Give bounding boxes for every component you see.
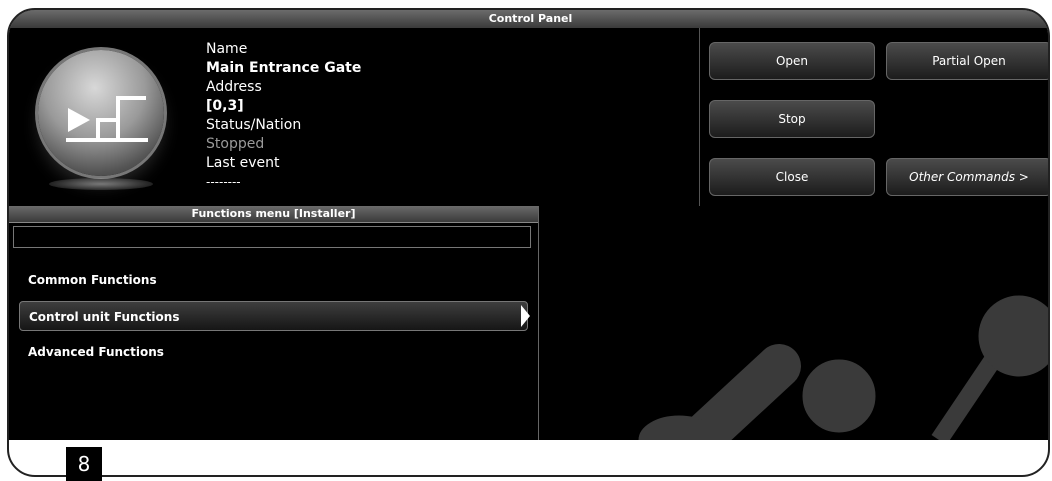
device-frame: Control Panel Name Main Entrance Gate Ad… [7, 8, 1050, 477]
device-header: Name Main Entrance Gate Address [0,3] St… [9, 28, 1048, 206]
last-event-label: Last event [206, 155, 280, 171]
details-pane [539, 206, 1048, 440]
functions-menu-panel: Functions menu [Installer] Common Functi… [9, 206, 539, 440]
menu-item-advanced-functions[interactable]: Advanced Functions [19, 337, 528, 367]
menu-item-common-functions[interactable]: Common Functions [19, 265, 528, 295]
window-title: Control Panel [9, 10, 1048, 29]
open-button[interactable]: Open [709, 42, 875, 80]
menu-item-label: Control unit Functions [29, 310, 180, 324]
functions-menu-title: Functions menu [Installer] [9, 206, 538, 223]
status-label: Status/Nation [206, 117, 302, 133]
address-value: [0,3] [206, 98, 244, 114]
control-panel-screen: Control Panel Name Main Entrance Gate Ad… [9, 10, 1048, 440]
other-commands-button[interactable]: Other Commands > [886, 158, 1048, 196]
address-label: Address [206, 79, 262, 95]
menu-item-control-unit-functions[interactable]: Control unit Functions [19, 301, 530, 331]
name-label: Name [206, 41, 248, 57]
chevron-right-icon [521, 305, 530, 327]
close-button[interactable]: Close [709, 158, 875, 196]
stop-button[interactable]: Stop [709, 100, 875, 138]
menu-item-label: Common Functions [28, 273, 157, 287]
device-info: Name Main Entrance Gate Address [0,3] St… [206, 40, 506, 192]
commands-divider [699, 28, 700, 206]
page-number: 8 [66, 447, 102, 481]
name-value: Main Entrance Gate [206, 60, 362, 76]
brand-watermark [638, 295, 1048, 440]
logo-reflection [49, 178, 153, 190]
menu-item-label: Advanced Functions [28, 345, 164, 359]
last-event-value: -------- [206, 175, 241, 189]
status-value: Stopped [206, 136, 265, 152]
functions-search-field[interactable] [13, 226, 531, 248]
partial-open-button[interactable]: Partial Open [886, 42, 1048, 80]
gate-play-steps-icon [38, 50, 164, 176]
